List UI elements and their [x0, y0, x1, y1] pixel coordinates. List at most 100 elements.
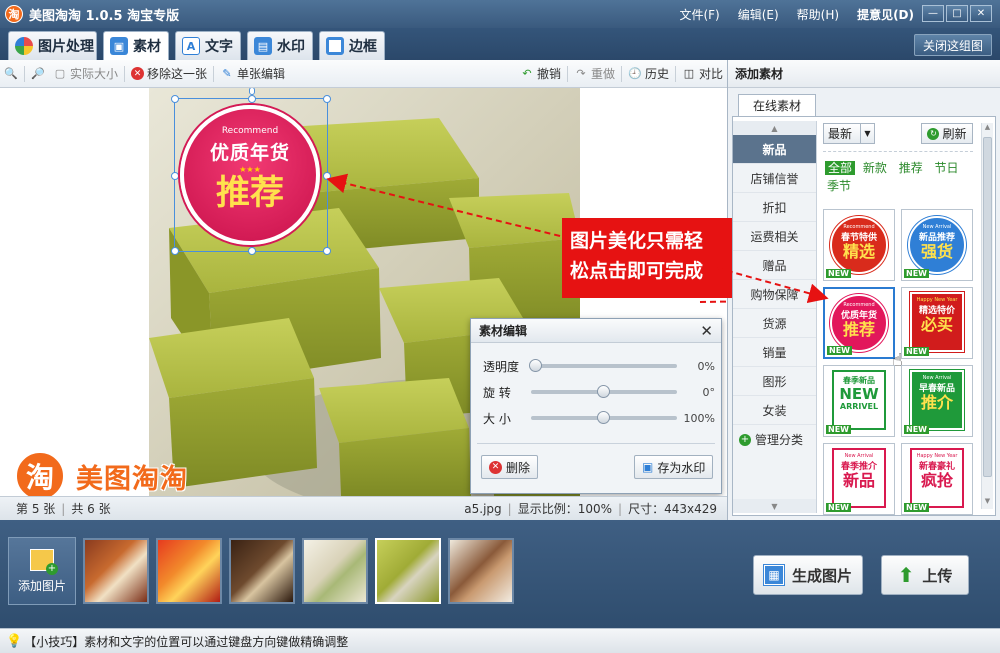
menu-bar: 文件(F) 编辑(E) 帮助(H) 提意见(D): [679, 0, 914, 28]
generate-image-button[interactable]: ▦ 生成图片: [753, 555, 863, 595]
photo-thumbnail[interactable]: [229, 538, 295, 604]
category-source[interactable]: 货源: [733, 309, 816, 338]
filter-recommend[interactable]: 推荐: [899, 161, 923, 175]
size-slider-knob[interactable]: [597, 411, 610, 424]
tab-online-material[interactable]: 在线素材: [738, 94, 816, 116]
material-item[interactable]: Happy New Year 新春豪礼 疯抢 NEW: [901, 443, 973, 515]
photo-thumbnail[interactable]: [156, 538, 222, 604]
close-window-button[interactable]: ✕: [970, 5, 992, 22]
undo-button[interactable]: ↶ 撤销: [516, 60, 565, 88]
divider: |: [507, 501, 512, 516]
category-shapes[interactable]: 图形: [733, 367, 816, 396]
material-item[interactable]: Recommend 春节特供 精选 NEW: [823, 209, 895, 281]
tab-watermark[interactable]: ▤ 水印: [247, 31, 313, 60]
tab-label: 边框: [349, 39, 377, 55]
opacity-slider[interactable]: [529, 359, 677, 372]
tab-border[interactable]: 边框: [319, 31, 385, 60]
photo-thumbnail[interactable]: [448, 538, 514, 604]
resize-handle[interactable]: [248, 95, 256, 103]
filter-season[interactable]: 季节: [827, 179, 851, 193]
app-title: 美图淘淘 1.0.5 淘宝专版: [29, 8, 180, 24]
file-name: a5.jpg: [464, 501, 502, 516]
resize-handle[interactable]: [171, 95, 179, 103]
history-button[interactable]: 🕘 历史: [624, 60, 673, 88]
menu-help[interactable]: 帮助(H): [797, 6, 839, 23]
redo-button[interactable]: ↷ 重做: [570, 60, 619, 88]
filter-all[interactable]: 全部: [825, 161, 856, 175]
add-picture-label: 添加图片: [17, 578, 66, 593]
category-scroll-up[interactable]: ▲: [733, 121, 816, 135]
rotate-handle[interactable]: [249, 88, 255, 95]
upload-button[interactable]: ⬆ 上传: [881, 555, 969, 595]
material-item-selected[interactable]: Recommend 优质年货 推荐 NEW ☝: [823, 287, 903, 371]
zoom-in-button[interactable]: 🔍: [0, 60, 22, 88]
compare-button[interactable]: ◫ 对比: [678, 60, 727, 88]
menu-edit[interactable]: 编辑(E): [738, 6, 779, 23]
material-browser: ▲ 新品 店铺信誉 折扣 运费相关 赠品 购物保障 货源 销量 图形 女装 + …: [732, 116, 996, 516]
add-picture-button[interactable]: + 添加图片: [8, 537, 76, 605]
category-discount[interactable]: 折扣: [733, 193, 816, 222]
material-item[interactable]: New Arrival 春季推介 新品 NEW: [823, 443, 895, 515]
save-watermark-button[interactable]: ▣ 存为水印: [634, 455, 714, 479]
category-new[interactable]: 新品: [733, 135, 816, 164]
dialog-close-icon[interactable]: ✕: [700, 322, 713, 340]
brand-logo-icon: 淘: [14, 450, 66, 496]
tab-text[interactable]: A 文字: [175, 31, 241, 60]
scroll-up-icon[interactable]: ▲: [982, 123, 993, 135]
photo-thumbnail[interactable]: [83, 538, 149, 604]
sort-dropdown[interactable]: 最新 ▼: [823, 123, 875, 144]
resize-handle[interactable]: [171, 247, 179, 255]
resize-handle[interactable]: [323, 247, 331, 255]
photo-thumbnail-selected[interactable]: [375, 538, 441, 604]
maximize-button[interactable]: □: [946, 5, 968, 22]
category-womenswear[interactable]: 女装: [733, 396, 816, 425]
material-badge: Recommend 优质年货 推荐: [830, 294, 888, 352]
delete-label: 删除: [506, 460, 531, 475]
photo-thumbnail[interactable]: [302, 538, 368, 604]
resize-handle[interactable]: [323, 172, 331, 180]
category-scroll-down[interactable]: ▼: [733, 499, 816, 513]
scroll-thumb[interactable]: [983, 137, 992, 477]
rotate-label: 旋 转: [483, 385, 511, 400]
minimize-button[interactable]: —: [922, 5, 944, 22]
category-shipping[interactable]: 运费相关: [733, 222, 816, 251]
history-label: 历史: [644, 67, 669, 81]
resize-handle[interactable]: [171, 172, 179, 180]
filter-new-style[interactable]: 新款: [863, 161, 887, 175]
scroll-down-icon[interactable]: ▼: [982, 497, 993, 509]
manage-categories-label: 管理分类: [755, 433, 804, 447]
material-badge-main: 强货: [920, 242, 953, 261]
menu-file[interactable]: 文件(F): [679, 6, 719, 23]
resize-handle[interactable]: [323, 95, 331, 103]
material-item[interactable]: New Arrival 新品推荐 强货 NEW: [901, 209, 973, 281]
close-group-button[interactable]: 关闭这组图: [913, 34, 992, 56]
menu-feedback[interactable]: 提意见(D): [857, 6, 914, 23]
refresh-button[interactable]: ↻ 刷新: [921, 123, 973, 144]
actual-size-button[interactable]: ▢ 实际大小: [49, 60, 122, 88]
rotate-slider-knob[interactable]: [597, 385, 610, 398]
delete-button[interactable]: ✕ 删除: [481, 455, 539, 479]
material-item[interactable]: Happy New Year 精选特价 必买 NEW: [901, 287, 973, 359]
resize-handle[interactable]: [248, 247, 256, 255]
tab-image-process[interactable]: 图片处理: [8, 31, 97, 60]
zoom-out-button[interactable]: 🔎: [27, 60, 49, 88]
rotate-slider[interactable]: [531, 385, 677, 398]
material-item[interactable]: 春季新品 NEW ARRIVEL NEW: [823, 365, 895, 437]
category-guarantee[interactable]: 购物保障: [733, 280, 816, 309]
opacity-slider-knob[interactable]: [529, 359, 542, 372]
tab-material[interactable]: ▣ 素材: [103, 31, 169, 60]
material-item[interactable]: New Arrival 早春新品 推介 NEW: [901, 365, 973, 437]
size-slider[interactable]: [531, 411, 677, 424]
material-badge: New Arrival 新品推荐 强货: [908, 216, 966, 274]
manage-categories-button[interactable]: + 管理分类: [733, 425, 816, 454]
category-shop-credit[interactable]: 店铺信誉: [733, 164, 816, 193]
material-scrollbar[interactable]: ▲ ▼: [981, 123, 993, 509]
single-edit-button[interactable]: ✎ 单张编辑: [216, 60, 289, 88]
filter-holiday[interactable]: 节日: [935, 161, 959, 175]
category-sales[interactable]: 销量: [733, 338, 816, 367]
sticker-selection[interactable]: Recommend 优质年货 ★★★ 推荐: [171, 88, 331, 255]
remove-one-button[interactable]: ✕ 移除这一张: [127, 60, 211, 88]
chevron-down-icon: ▼: [860, 124, 874, 143]
category-gift[interactable]: 赠品: [733, 251, 816, 280]
callout-line2: 松点击即可完成: [570, 260, 704, 282]
